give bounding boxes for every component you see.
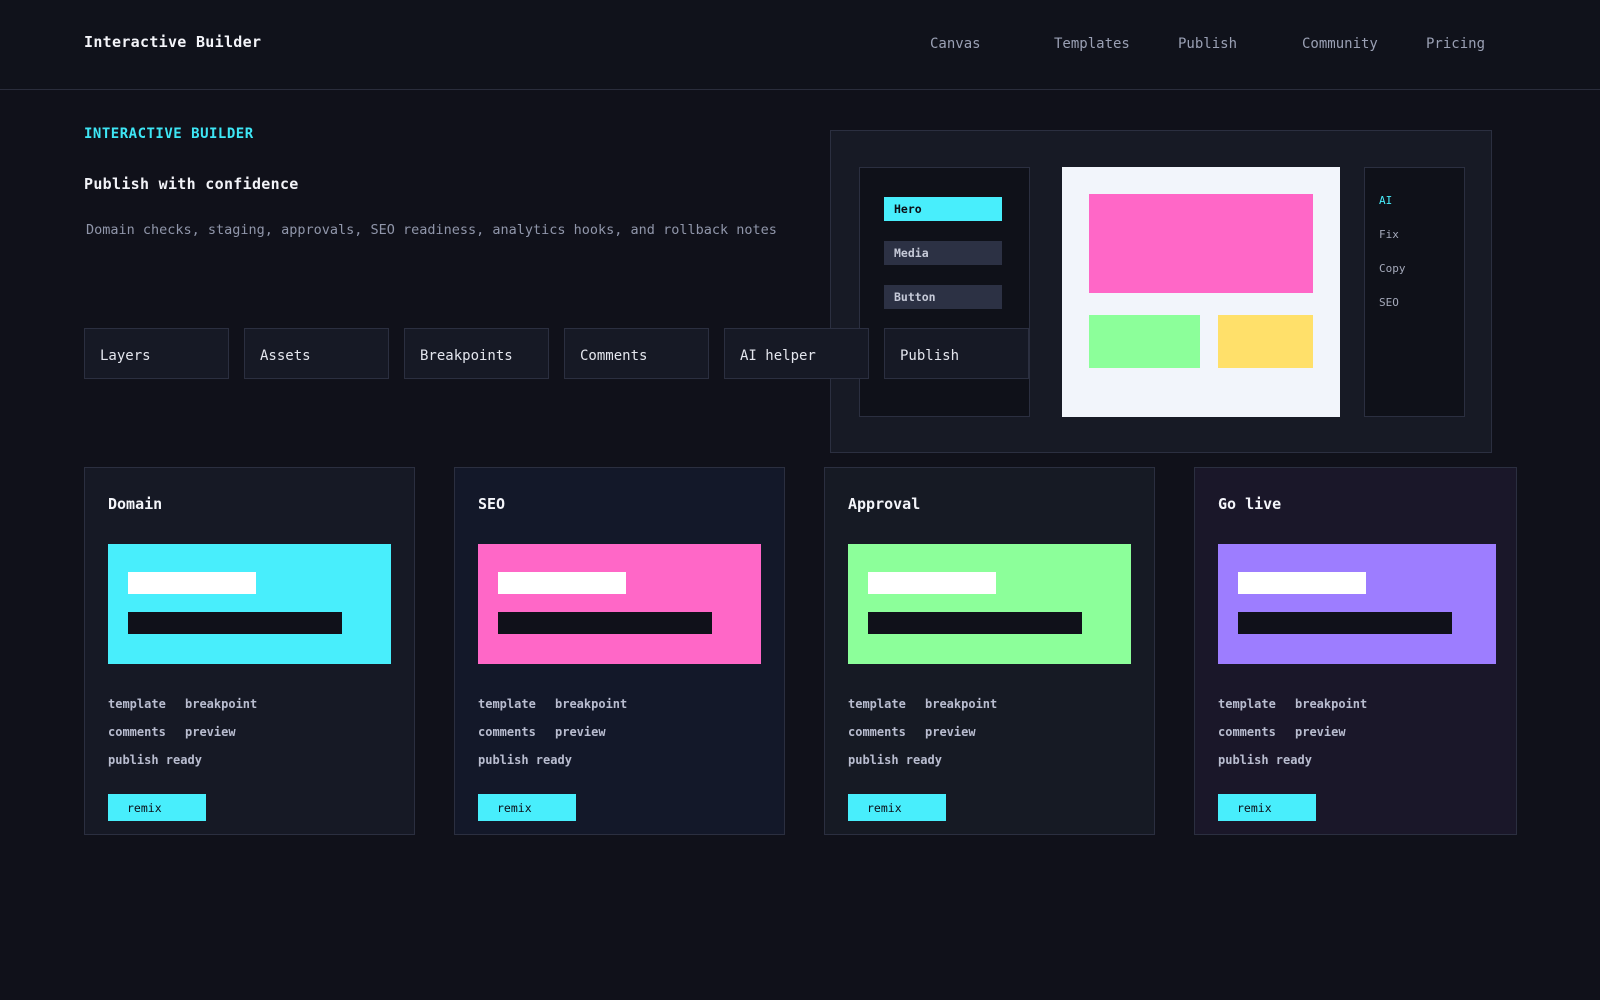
app-root: Interactive Builder Canvas Templates Pub… <box>0 0 1600 1000</box>
assist-panel: AI Fix Copy SEO <box>1364 167 1465 417</box>
card-seo: SEO template breakpoint comments preview… <box>454 467 785 835</box>
block-button[interactable]: Button <box>884 285 1002 309</box>
tag-publish-ready: publish ready <box>108 753 202 767</box>
card-preview <box>848 544 1131 664</box>
tag-comments: comments <box>478 725 536 739</box>
nav-pricing[interactable]: Pricing <box>1426 36 1485 52</box>
card-title: Approval <box>848 495 921 513</box>
assist-seo[interactable]: SEO <box>1379 296 1399 309</box>
tag-template: template <box>1218 697 1276 711</box>
card-preview <box>1218 544 1496 664</box>
nav-canvas[interactable]: Canvas <box>930 36 981 52</box>
card-approval: Approval template breakpoint comments pr… <box>824 467 1155 835</box>
remix-button[interactable]: remix <box>848 794 946 821</box>
tool-layers[interactable]: Layers <box>84 328 229 379</box>
card-title: SEO <box>478 495 506 513</box>
assist-ai[interactable]: AI <box>1379 194 1392 207</box>
remix-button[interactable]: remix <box>478 794 576 821</box>
tag-comments: comments <box>108 725 166 739</box>
tag-breakpoint: breakpoint <box>555 697 628 711</box>
tag-preview: preview <box>185 725 236 739</box>
tool-breakpoints[interactable]: Breakpoints <box>404 328 549 379</box>
tag-preview: preview <box>1295 725 1346 739</box>
nav-community[interactable]: Community <box>1302 36 1378 52</box>
tool-publish[interactable]: Publish <box>884 328 1029 379</box>
card-domain: Domain template breakpoint comments prev… <box>84 467 415 835</box>
brand-logo[interactable]: Interactive Builder <box>84 33 261 51</box>
tag-comments: comments <box>1218 725 1276 739</box>
nav-templates[interactable]: Templates <box>1054 36 1130 52</box>
blocks-panel: Hero Media Button <box>859 167 1030 417</box>
tag-breakpoint: breakpoint <box>185 697 258 711</box>
page-canvas[interactable] <box>1062 167 1340 417</box>
tag-comments: comments <box>848 725 906 739</box>
tool-assets[interactable]: Assets <box>244 328 389 379</box>
hero-description: Domain checks, staging, approvals, SEO r… <box>86 222 777 238</box>
canvas-media-block[interactable] <box>1089 315 1200 368</box>
remix-button[interactable]: remix <box>1218 794 1316 821</box>
canvas-button-block[interactable] <box>1218 315 1313 368</box>
card-go-live: Go live template breakpoint comments pre… <box>1194 467 1517 835</box>
tag-publish-ready: publish ready <box>1218 753 1312 767</box>
tag-template: template <box>108 697 166 711</box>
tag-template: template <box>848 697 906 711</box>
tag-template: template <box>478 697 536 711</box>
assist-fix[interactable]: Fix <box>1379 228 1399 241</box>
block-media[interactable]: Media <box>884 241 1002 265</box>
canvas-hero-block[interactable] <box>1089 194 1313 293</box>
assist-copy[interactable]: Copy <box>1379 262 1406 275</box>
card-preview <box>478 544 761 664</box>
tag-preview: preview <box>925 725 976 739</box>
tag-publish-ready: publish ready <box>848 753 942 767</box>
tag-breakpoint: breakpoint <box>1295 697 1368 711</box>
editor-preview: Hero Media Button AI Fix Copy SEO <box>830 130 1492 453</box>
tool-ai-helper[interactable]: AI helper <box>724 328 869 379</box>
tag-publish-ready: publish ready <box>478 753 572 767</box>
nav-publish[interactable]: Publish <box>1178 36 1237 52</box>
tool-comments[interactable]: Comments <box>564 328 709 379</box>
tag-breakpoint: breakpoint <box>925 697 998 711</box>
top-header: Interactive Builder Canvas Templates Pub… <box>0 0 1600 90</box>
card-title: Domain <box>108 495 163 513</box>
tag-preview: preview <box>555 725 606 739</box>
card-title: Go live <box>1218 495 1282 513</box>
remix-button[interactable]: remix <box>108 794 206 821</box>
card-preview <box>108 544 391 664</box>
hero-title: Publish with confidence <box>84 175 299 193</box>
block-hero[interactable]: Hero <box>884 197 1002 221</box>
hero-eyebrow: INTERACTIVE BUILDER <box>84 126 254 142</box>
